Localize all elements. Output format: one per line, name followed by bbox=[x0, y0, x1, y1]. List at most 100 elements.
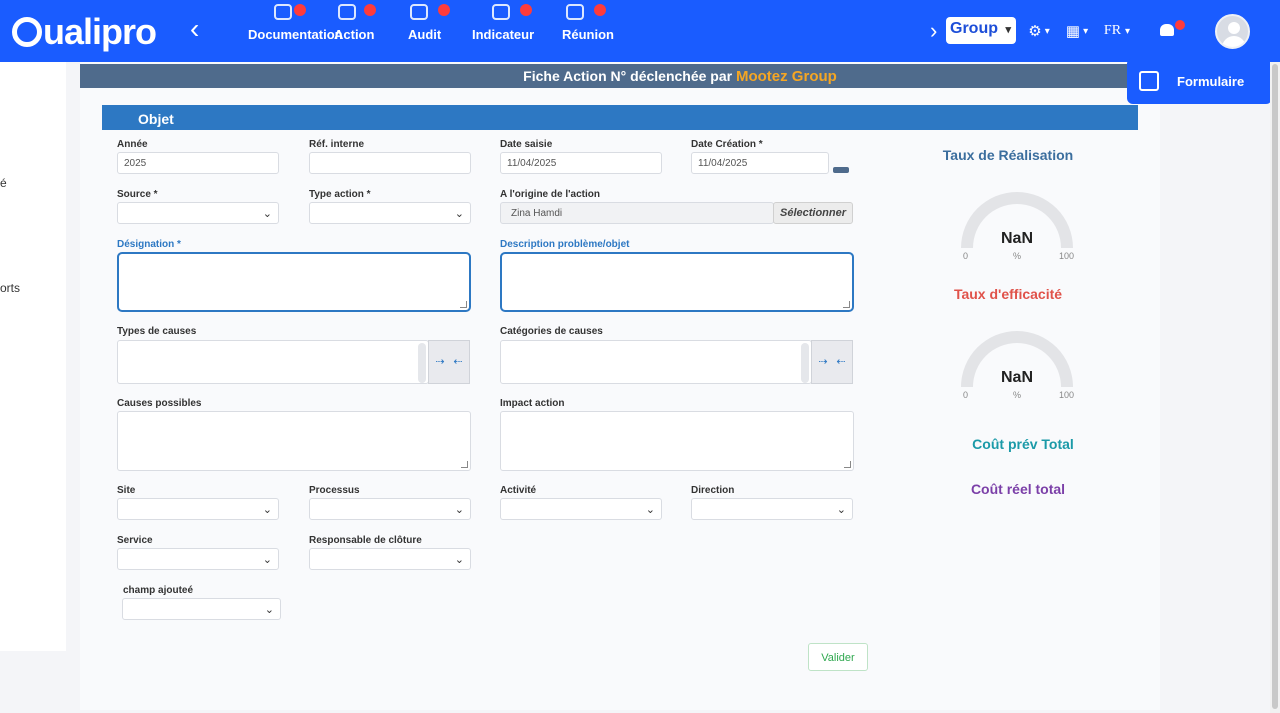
taux-realisation-title: Taux de Réalisation bbox=[942, 147, 1074, 163]
champ-ajoute-select[interactable]: ⌄ bbox=[122, 598, 281, 620]
processus-label: Processus bbox=[309, 485, 360, 496]
nav-action[interactable]: Action bbox=[334, 0, 394, 45]
date-creation-value: 11/04/2025 bbox=[698, 158, 748, 169]
champ-ajoute-label: champ ajouteé bbox=[123, 585, 194, 596]
resize-grip bbox=[461, 461, 468, 468]
source-select[interactable]: ⌄ bbox=[117, 202, 279, 224]
nav-reunion[interactable]: Réunion bbox=[562, 0, 634, 45]
sidebar-item-partial-2[interactable]: orts bbox=[0, 281, 20, 295]
apps-dropdown[interactable]: ▦ ▾ bbox=[1060, 18, 1094, 44]
types-causes-remove-icon[interactable]: ⇠ bbox=[451, 355, 465, 369]
nav-audit[interactable]: Audit bbox=[408, 0, 468, 45]
collapse-sidebar-icon[interactable]: ‹ bbox=[190, 14, 199, 44]
categories-causes-remove-icon[interactable]: ⇠ bbox=[834, 355, 848, 369]
type-action-select[interactable]: ⌄ bbox=[309, 202, 471, 224]
categories-causes-scrollbar[interactable] bbox=[801, 343, 809, 383]
nav-documentation[interactable]: Documentation bbox=[248, 0, 348, 45]
taux-efficacite-title: Taux d'efficacité bbox=[953, 286, 1063, 302]
gauge-unit: % bbox=[1013, 251, 1022, 261]
categories-causes-multiselect[interactable] bbox=[500, 340, 812, 384]
chevron-down-icon: ⌄ bbox=[454, 504, 464, 516]
origine-value: Zina Hamdi bbox=[511, 208, 563, 219]
nav-indicateur[interactable]: Indicateur bbox=[472, 0, 570, 45]
date-creation-button[interactable] bbox=[833, 167, 849, 173]
designation-label: Désignation * bbox=[117, 239, 181, 250]
direction-select[interactable]: ⌄ bbox=[691, 498, 853, 520]
page-title-highlight: Mootez Group bbox=[735, 68, 837, 85]
group-select[interactable]: Group ▾ bbox=[946, 17, 1016, 44]
indicateur-badge bbox=[520, 4, 532, 16]
chevron-down-icon: ⌄ bbox=[264, 604, 274, 616]
date-saisie-value: 11/04/2025 bbox=[507, 158, 557, 169]
section-title: Objet bbox=[138, 111, 174, 127]
cout-prev-title: Coût prév Total bbox=[972, 436, 1074, 452]
valider-button[interactable]: Valider bbox=[808, 643, 868, 671]
service-label: Service bbox=[117, 535, 153, 546]
designation-textarea[interactable] bbox=[117, 252, 471, 312]
sidebar-item-partial-1[interactable]: é bbox=[0, 176, 7, 190]
chevron-down-icon: ⌄ bbox=[836, 504, 846, 516]
origine-input[interactable]: Zina Hamdi bbox=[500, 202, 774, 224]
page-scrollbar[interactable] bbox=[1270, 62, 1280, 713]
chevron-down-icon: ⌄ bbox=[454, 208, 464, 220]
causes-possibles-label: Causes possibles bbox=[117, 398, 202, 409]
page-title-prefix: Fiche Action N° déclenchée par bbox=[523, 68, 733, 84]
chevron-down-icon: ⌄ bbox=[262, 504, 272, 516]
gear-icon: ⚙ bbox=[1028, 23, 1042, 40]
description-textarea[interactable] bbox=[500, 252, 854, 312]
date-saisie-label: Date saisie bbox=[500, 139, 553, 150]
resize-grip bbox=[843, 301, 850, 308]
chevron-right-icon[interactable]: › bbox=[930, 18, 937, 44]
form-flow-icon bbox=[1139, 71, 1159, 91]
service-select[interactable]: ⌄ bbox=[117, 548, 279, 570]
chevron-down-icon: ⌄ bbox=[262, 554, 272, 566]
chevron-down-icon: ▾ bbox=[1044, 25, 1050, 37]
avatar-head bbox=[1228, 22, 1240, 34]
settings-dropdown[interactable]: ⚙ ▾ bbox=[1022, 18, 1056, 44]
user-avatar[interactable] bbox=[1215, 14, 1250, 49]
impact-action-textarea[interactable] bbox=[500, 411, 854, 471]
avatar-shoulders bbox=[1222, 36, 1246, 47]
audit-icon bbox=[410, 4, 428, 20]
types-causes-scrollbar[interactable] bbox=[418, 343, 426, 383]
reunion-icon bbox=[566, 4, 584, 20]
processus-select[interactable]: ⌄ bbox=[309, 498, 471, 520]
chevron-down-icon: ⌄ bbox=[645, 504, 655, 516]
language-dropdown[interactable]: FR ▾ bbox=[1100, 18, 1134, 44]
qualipro-logo[interactable]: ualipro bbox=[12, 11, 157, 52]
nav-reunion-label: Réunion bbox=[562, 27, 614, 42]
left-sidebar: é orts bbox=[0, 62, 66, 651]
taux-efficacite-value: NaN bbox=[1000, 369, 1033, 386]
categories-causes-add-icon[interactable]: ⇢ bbox=[816, 355, 830, 369]
language-label: FR bbox=[1103, 23, 1122, 38]
date-saisie-input[interactable]: 11/04/2025 bbox=[500, 152, 662, 174]
site-select[interactable]: ⌄ bbox=[117, 498, 279, 520]
direction-label: Direction bbox=[691, 485, 735, 496]
notifications-button[interactable] bbox=[1155, 18, 1189, 42]
grid-icon: ▦ bbox=[1065, 23, 1081, 40]
date-creation-input[interactable]: 11/04/2025 bbox=[691, 152, 829, 174]
gauge-max: 100 bbox=[1059, 390, 1075, 400]
scrollbar-thumb[interactable] bbox=[1272, 64, 1278, 709]
nav-action-label: Action bbox=[334, 27, 375, 42]
section-header-objet: Objet bbox=[102, 105, 1138, 130]
activite-label: Activité bbox=[500, 485, 537, 496]
activite-select[interactable]: ⌄ bbox=[500, 498, 662, 520]
responsable-select[interactable]: ⌄ bbox=[309, 548, 471, 570]
selectionner-button[interactable]: Sélectionner bbox=[773, 202, 853, 224]
gauge-min: 0 bbox=[963, 251, 969, 261]
causes-possibles-textarea[interactable] bbox=[117, 411, 471, 471]
ref-interne-input[interactable] bbox=[309, 152, 471, 174]
types-causes-buttons: ⇢ ⇠ bbox=[428, 340, 470, 384]
gauge-unit: % bbox=[1013, 390, 1022, 400]
top-navbar: ualipro ‹ Documentation Action Audit Ind… bbox=[0, 0, 1280, 62]
formulaire-button[interactable]: Formulaire bbox=[1127, 58, 1272, 104]
annee-label: Année bbox=[117, 139, 148, 150]
resize-grip bbox=[460, 301, 467, 308]
responsable-label: Responsable de clôture bbox=[309, 535, 422, 546]
cout-reel-title: Coût réel total bbox=[970, 481, 1066, 497]
types-causes-multiselect[interactable] bbox=[117, 340, 429, 384]
types-causes-add-icon[interactable]: ⇢ bbox=[433, 355, 447, 369]
annee-input[interactable]: 2025 bbox=[117, 152, 279, 174]
taux-realisation-gauge: NaN 0 % 100 bbox=[957, 192, 1077, 268]
